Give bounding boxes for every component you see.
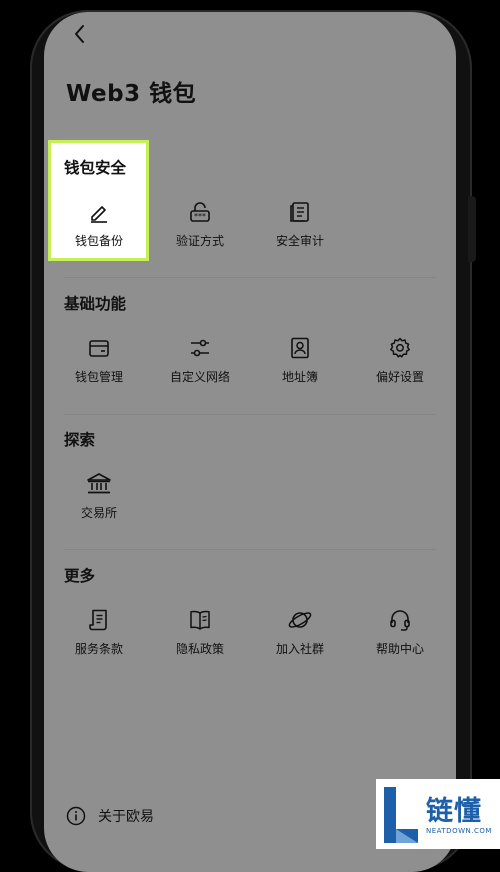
menu-item-custom-network[interactable]: 自定义网络	[150, 336, 250, 396]
menu-item-help-center[interactable]: 帮助中心	[350, 608, 450, 668]
svg-text:***: ***	[194, 212, 206, 221]
watermark-text: 链懂	[426, 796, 482, 827]
menu-item-label: 交易所	[80, 506, 117, 520]
menu-item-join-community[interactable]: 加入社群	[250, 608, 350, 668]
section-title-basic-functions: 基础功能	[64, 295, 127, 313]
gear-icon	[390, 337, 410, 358]
page-title: Web3 钱包	[66, 81, 197, 107]
menu-item-label: 隐私政策	[175, 642, 224, 656]
lock-password-icon: ***	[190, 202, 210, 222]
book-icon	[190, 610, 210, 630]
pencil-icon	[91, 206, 107, 223]
section-title-explore: 探索	[64, 431, 96, 449]
section-title-more: 更多	[64, 567, 96, 585]
bank-icon	[87, 473, 111, 494]
menu-item-label: 安全审计	[275, 234, 324, 248]
wallet-icon	[89, 340, 109, 357]
about-row[interactable]: 关于欧易	[66, 804, 154, 828]
about-label: 关于欧易	[98, 809, 154, 825]
menu-item-label: 验证方式	[175, 234, 224, 248]
section-divider	[64, 549, 436, 550]
sliders-icon	[191, 339, 209, 357]
planet-icon	[288, 612, 312, 628]
section-divider	[64, 414, 436, 415]
menu-item-label: 地址簿	[281, 370, 318, 384]
menu-item-wallet-backup[interactable]: 钱包备份	[49, 200, 149, 260]
menu-item-terms-of-service[interactable]: 服务条款	[49, 608, 149, 668]
menu-item-exchange[interactable]: 交易所	[49, 472, 149, 532]
menu-item-security-audit[interactable]: 安全审计	[250, 200, 350, 260]
headset-icon	[390, 610, 410, 631]
menu-item-label: 服务条款	[74, 642, 123, 656]
watermark-logo	[384, 787, 418, 843]
back-arrow-icon[interactable]	[66, 20, 94, 48]
watermark-subtext: NEATDOWN.COM	[426, 827, 492, 835]
menu-item-label: 钱包备份	[74, 234, 123, 248]
menu-item-wallet-management[interactable]: 钱包管理	[49, 336, 149, 396]
watermark: 链懂 NEATDOWN.COM	[376, 779, 500, 849]
menu-item-address-book[interactable]: 地址簿	[250, 336, 350, 396]
menu-item-label: 帮助中心	[375, 642, 424, 656]
menu-item-privacy-policy[interactable]: 隐私政策	[150, 608, 250, 668]
menu-item-verification-method[interactable]: *** 验证方式	[150, 200, 250, 260]
menu-item-preferences[interactable]: 偏好设置	[350, 336, 450, 396]
menu-item-label: 自定义网络	[169, 370, 230, 384]
menu-item-label: 钱包管理	[74, 370, 123, 384]
menu-item-label: 加入社群	[275, 642, 324, 656]
section-title-wallet-security: 钱包安全	[64, 159, 127, 177]
contact-book-icon	[291, 337, 309, 359]
menu-item-label: 偏好设置	[375, 370, 424, 384]
terms-icon	[89, 609, 107, 631]
app-screen: Web3 钱包 钱包安全 钱包备份 *** 验证方式 安全审计 基础功能 钱包管…	[44, 12, 456, 872]
document-icon	[290, 202, 309, 222]
info-icon	[66, 806, 86, 826]
phone-side-button	[468, 196, 476, 262]
section-divider	[64, 277, 436, 278]
